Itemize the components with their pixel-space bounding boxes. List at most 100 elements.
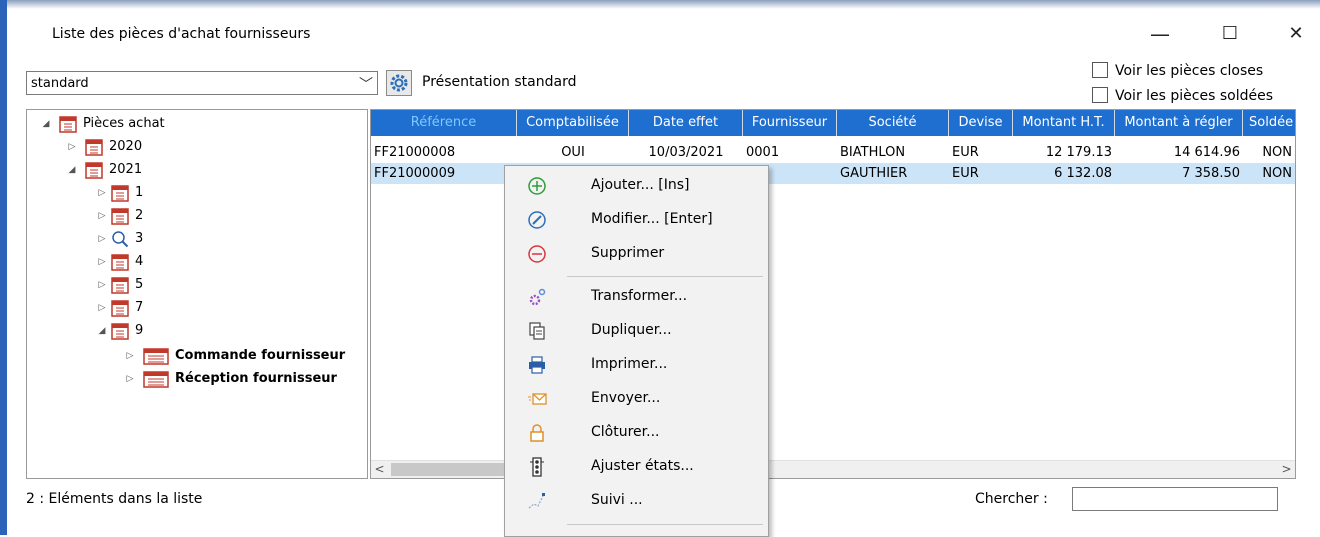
send-icon [528,393,547,405]
tree-label: 4 [135,254,144,269]
menu-item-label: Dupliquer... [591,322,672,338]
presentation-settings-button[interactable] [386,70,412,96]
collapsed-arrow-icon[interactable]: ▷ [97,252,107,272]
cell-montant-ht: 12 179.13 [1045,145,1112,160]
column-header-devise[interactable]: Devise [949,110,1013,136]
documents-tree[interactable]: ◢ Pièces achat ▷ 2020 ◢ 2021 ▷ 1 ▷ 2 ▷ 3 [26,109,368,479]
maximize-button[interactable]: ☐ [1208,18,1252,50]
document-folder-icon [111,300,129,317]
menu-item-envoyer[interactable]: Envoyer... [505,382,768,416]
column-header-reference[interactable]: Référence [371,110,517,136]
column-header-comptabilisee[interactable]: Comptabilisée [517,110,629,136]
collapsed-arrow-icon[interactable]: ▷ [125,369,135,389]
menu-item-ajuster-etats[interactable]: Ajuster états... [505,450,768,484]
collapsed-arrow-icon[interactable]: ▷ [97,206,107,226]
column-header-montant-ht[interactable]: Montant H.T. [1013,110,1115,136]
traffic-light-icon [530,457,544,477]
tree-label: Réception fournisseur [175,371,337,386]
document-folder-icon [143,348,169,365]
menu-item-cloturer[interactable]: Clôturer... [505,416,768,450]
cell-devise: EUR [952,145,979,160]
duplicate-icon [529,322,545,340]
add-icon [528,177,546,195]
lock-icon [530,424,544,442]
presentation-select[interactable]: standard ﹀ [26,71,378,95]
scroll-left-icon[interactable]: < [371,461,388,478]
document-folder-icon [111,323,129,340]
menu-item-dupliquer[interactable]: Dupliquer... [505,314,768,348]
items-count: 2 : Eléments dans la liste [26,491,203,507]
search-icon [112,231,129,248]
tree-label: Commande fournisseur [175,348,346,363]
collapsed-arrow-icon[interactable]: ▷ [125,346,135,366]
show-settled-checkbox[interactable] [1092,87,1108,103]
menu-separator [567,276,763,277]
window-title: Liste des pièces d'achat fournisseurs [52,26,311,42]
cell-date-effet: 10/03/2021 [648,145,724,160]
expanded-arrow-icon[interactable]: ◢ [97,321,107,341]
collapsed-arrow-icon[interactable]: ▷ [97,229,107,249]
menu-item-label: Suivi ... [591,492,643,508]
show-settled-label: Voir les pièces soldées [1115,88,1273,104]
cell-reference: FF21000009 [374,166,456,181]
tree-label: 1 [135,185,144,200]
search-label: Chercher : [975,491,1048,507]
collapsed-arrow-icon[interactable]: ▷ [97,183,107,203]
menu-item-label: Ajuster états... [591,458,694,474]
cell-reference: FF21000008 [374,145,456,160]
column-header-montant-a-regler[interactable]: Montant à régler [1115,110,1243,136]
table-header: Référence Comptabilisée Date effet Fourn… [371,110,1295,136]
cell-soldee: NON [1262,166,1292,181]
window-top-border [7,0,1320,9]
cell-societe: GAUTHIER [840,166,908,181]
tree-label: 9 [135,323,144,338]
tree-label: 5 [135,277,144,292]
main-window: Liste des pièces d'achat fournisseurs — … [0,0,1320,537]
table-row[interactable]: FF21000008 OUI 10/03/2021 0001 BIATHLON … [371,142,1295,163]
tree-label: 2020 [109,139,143,154]
tree-label: 7 [135,300,144,315]
expanded-arrow-icon[interactable]: ◢ [41,114,51,134]
menu-item-suivi[interactable]: Suivi ... [505,484,768,518]
tree-label: 3 [135,231,144,246]
column-header-fournisseur[interactable]: Fournisseur [743,110,837,136]
document-folder-icon [59,116,77,133]
menu-item-label: Imprimer... [591,356,668,372]
menu-item-label: Ajouter... [Ins] [591,177,690,193]
menu-item-label: Modifier... [Enter] [591,211,713,227]
menu-item-ajouter[interactable]: Ajouter... [Ins] [505,169,768,203]
expanded-arrow-icon[interactable]: ◢ [67,160,77,180]
tree-label: 2 [135,208,144,223]
menu-item-transformer[interactable]: Transformer... [505,280,768,314]
cell-comptabilisee: OUI [561,145,585,160]
show-closed-checkbox[interactable] [1092,62,1108,78]
document-folder-icon [85,139,103,156]
tree-label: 2021 [109,162,143,177]
column-header-soldee[interactable]: Soldée [1243,110,1295,136]
delete-icon [528,245,546,263]
collapsed-arrow-icon[interactable]: ▷ [67,137,77,157]
menu-item-supprimer[interactable]: Supprimer [505,237,768,271]
menu-item-modifier[interactable]: Modifier... [Enter] [505,203,768,237]
column-header-date-effet[interactable]: Date effet [629,110,743,136]
document-folder-icon [111,277,129,294]
menu-item-label: Supprimer [591,245,665,261]
chevron-down-icon[interactable]: ﹀ [359,74,373,94]
document-folder-icon [111,208,129,225]
cell-montant-ht: 6 132.08 [1054,166,1112,181]
collapsed-arrow-icon[interactable]: ▷ [97,298,107,318]
document-folder-icon [111,254,129,271]
document-folder-icon [111,185,129,202]
scroll-right-icon[interactable]: > [1278,461,1295,478]
cell-soldee: NON [1262,145,1292,160]
column-header-societe[interactable]: Société [837,110,949,136]
window-left-border [0,0,7,535]
search-input[interactable] [1072,487,1278,511]
cell-devise: EUR [952,166,979,181]
menu-item-label: Transformer... [591,288,688,304]
menu-item-imprimer[interactable]: Imprimer... [505,348,768,382]
minimize-button[interactable]: — [1138,18,1182,50]
collapsed-arrow-icon[interactable]: ▷ [97,275,107,295]
cell-montant-a-regler: 14 614.96 [1173,145,1240,160]
close-button[interactable]: ✕ [1274,18,1318,50]
